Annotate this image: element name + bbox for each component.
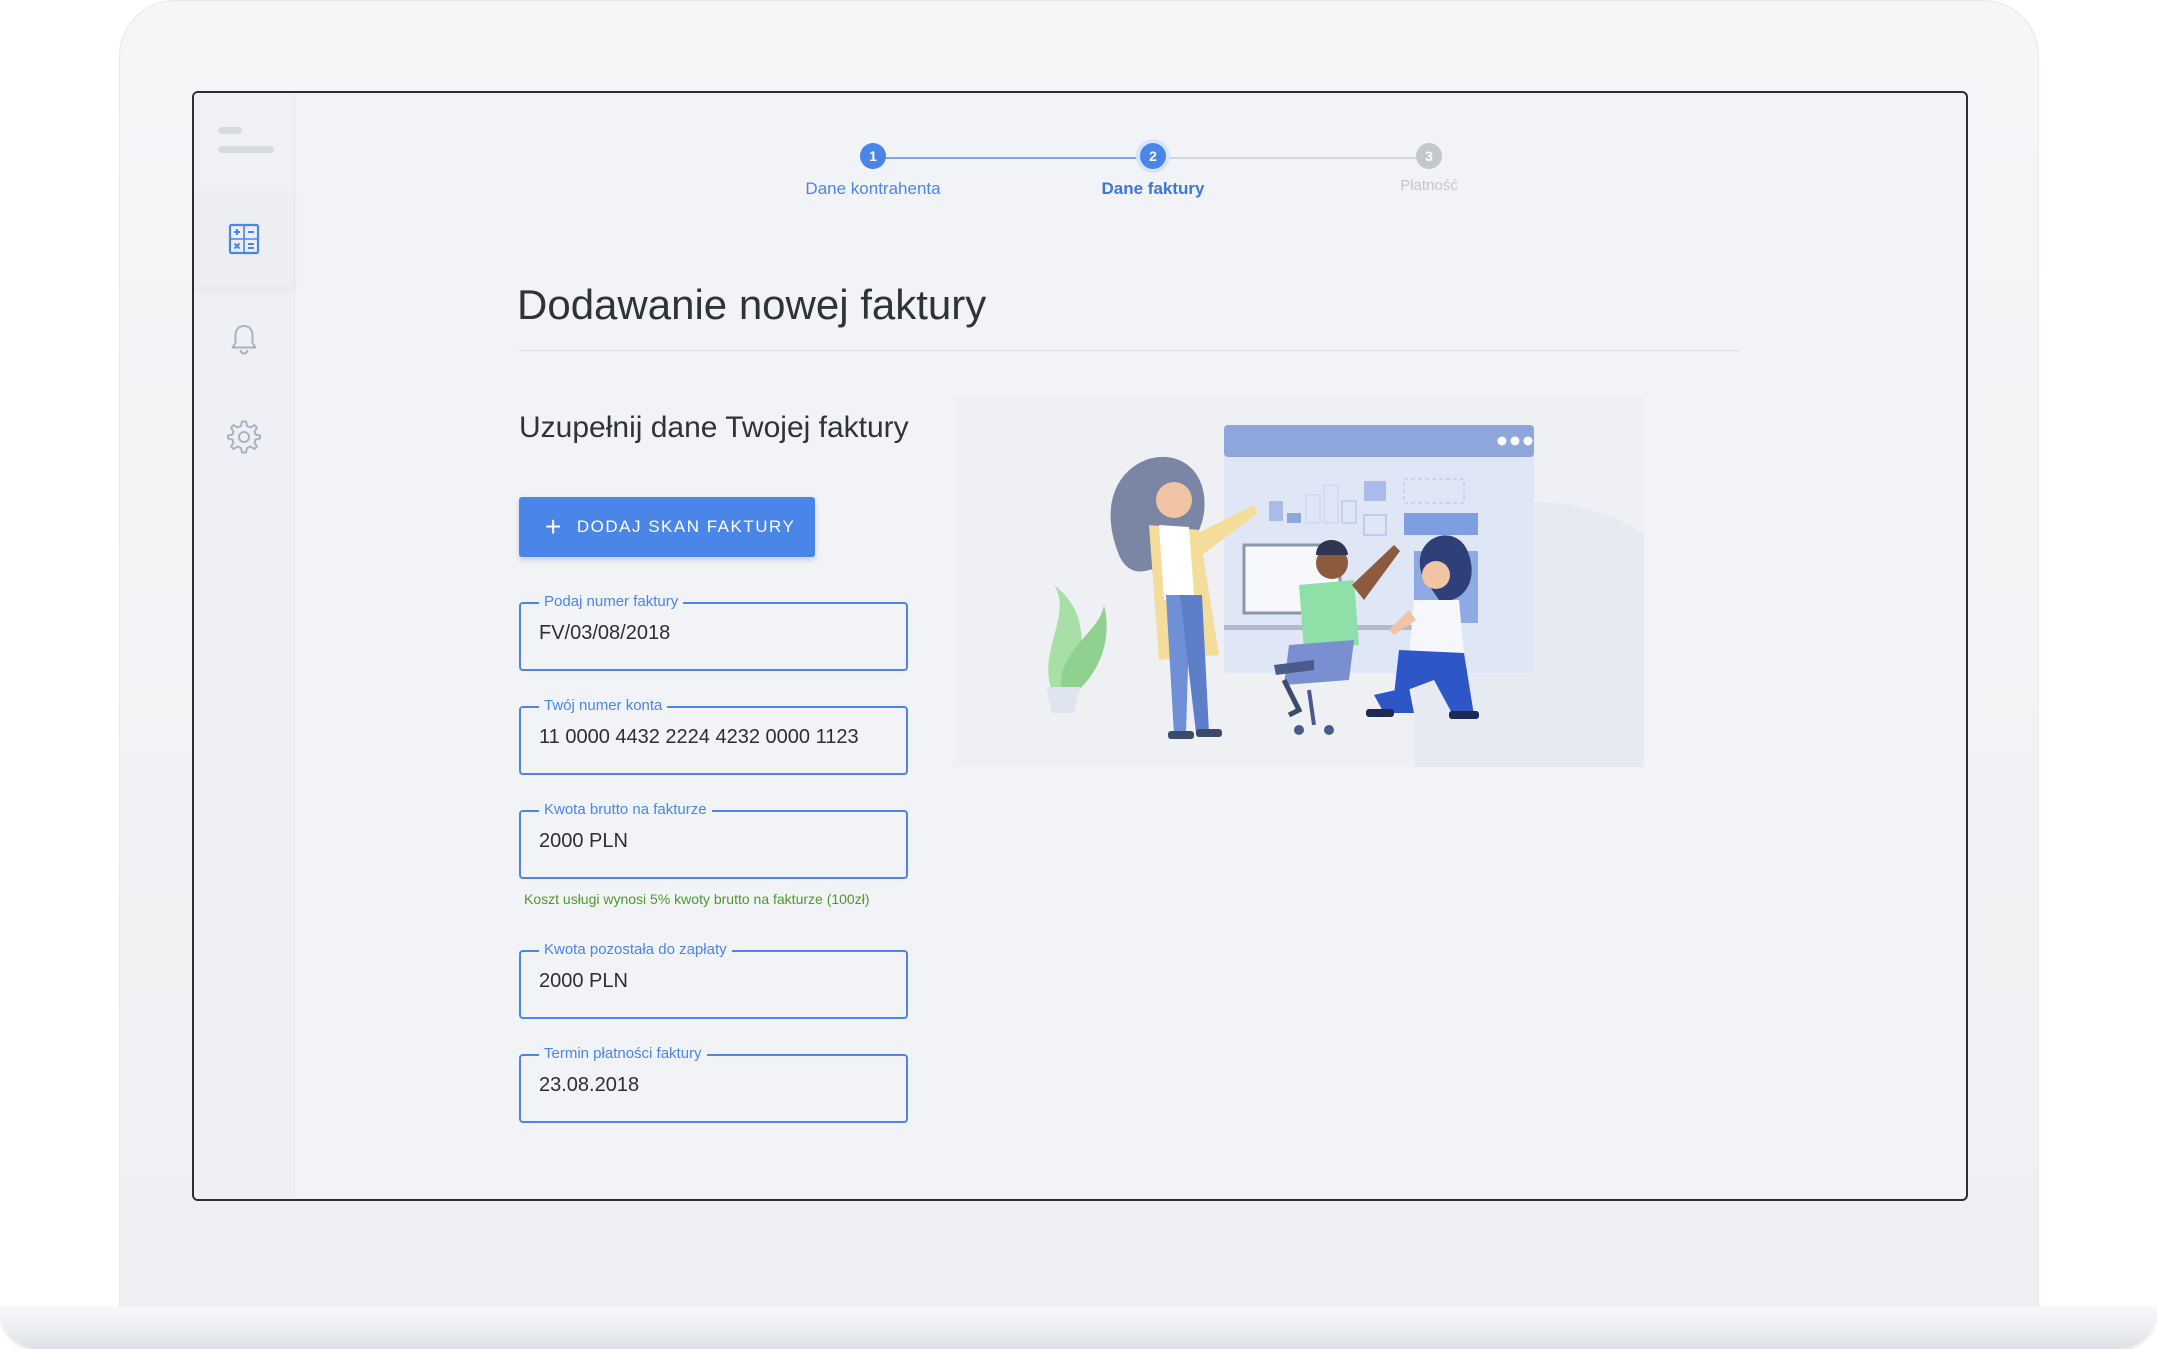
plus-icon: + bbox=[545, 511, 563, 542]
account-number-field[interactable]: Twój numer konta bbox=[519, 697, 908, 775]
invoice-number-label: Podaj numer faktury bbox=[539, 593, 684, 611]
step-2-indicator[interactable]: 2 bbox=[1140, 143, 1166, 169]
gear-icon[interactable] bbox=[226, 419, 262, 455]
step-2-label[interactable]: Dane faktury bbox=[1043, 179, 1263, 199]
step-1-label[interactable]: Dane kontrahenta bbox=[763, 179, 983, 199]
bell-icon[interactable] bbox=[226, 321, 262, 357]
progress-stepper: 1 Dane kontrahenta 2 Dane faktury 3 Płat… bbox=[194, 93, 1966, 233]
service-fee-hint: Koszt usługi wynosi 5% kwoty brutto na f… bbox=[524, 891, 870, 907]
form-subtitle: Uzupełnij dane Twojej faktury bbox=[519, 411, 909, 444]
account-number-label: Twój numer konta bbox=[539, 697, 668, 715]
remaining-amount-label: Kwota pozostała do zapłaty bbox=[539, 941, 732, 959]
gross-amount-label: Kwota brutto na fakturze bbox=[539, 801, 712, 819]
invoice-number-input[interactable] bbox=[539, 622, 879, 645]
app-screen: 1 Dane kontrahenta 2 Dane faktury 3 Płat… bbox=[192, 91, 1968, 1201]
team-illustration bbox=[954, 395, 1644, 767]
step-3-label[interactable]: Płatność bbox=[1319, 177, 1539, 194]
step-1-indicator[interactable]: 1 bbox=[860, 143, 886, 169]
due-date-field[interactable]: Termin płatności faktury bbox=[519, 1045, 908, 1123]
add-invoice-scan-label: DODAJ SKAN FAKTURY bbox=[576, 517, 796, 536]
gross-amount-input[interactable] bbox=[539, 830, 879, 853]
laptop-base bbox=[0, 1306, 2157, 1349]
title-divider bbox=[519, 350, 1739, 351]
remaining-amount-input[interactable] bbox=[539, 970, 879, 993]
due-date-input[interactable] bbox=[539, 1074, 879, 1097]
page-title: Dodawanie nowej faktury bbox=[517, 281, 987, 328]
gross-amount-field[interactable]: Kwota brutto na fakturze bbox=[519, 801, 908, 879]
invoice-number-field[interactable]: Podaj numer faktury bbox=[519, 593, 908, 671]
due-date-label: Termin płatności faktury bbox=[539, 1045, 707, 1063]
add-invoice-scan-button[interactable]: + DODAJ SKAN FAKTURY bbox=[519, 497, 815, 557]
account-number-input[interactable] bbox=[539, 726, 879, 749]
step-connector-2 bbox=[1152, 157, 1422, 159]
step-3-indicator[interactable]: 3 bbox=[1416, 143, 1442, 169]
sidebar bbox=[194, 93, 295, 1199]
remaining-amount-field[interactable]: Kwota pozostała do zapłaty bbox=[519, 941, 908, 1019]
step-connector-1 bbox=[874, 157, 1144, 159]
